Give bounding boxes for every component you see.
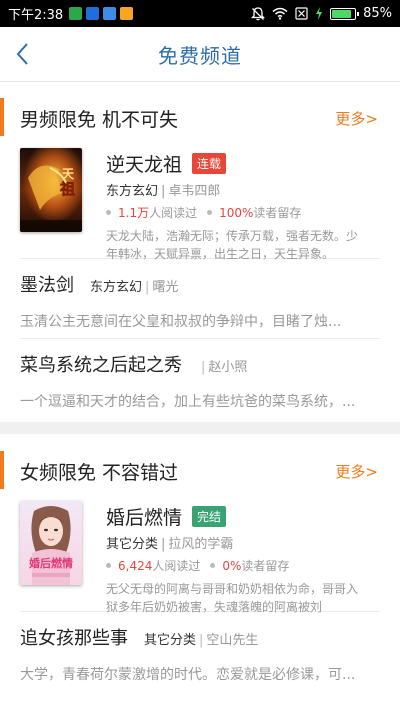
section-accent-bar [0,451,4,489]
book-category: 东方玄幻 [106,184,159,199]
book-title: 逆天龙祖 [106,153,183,176]
section-title: 女频限免 不容错过 [20,461,179,484]
battery-level-fill [332,9,351,18]
book-description: 天龙大陆，浩瀚无际；传承万载，强者无数。少年韩冰，天赋异禀，出生之日，天生异象。 [106,229,359,261]
more-link[interactable]: 更多> [335,108,378,129]
retention-suffix: 读者留存 [241,559,290,573]
item-title: 追女孩那些事 [20,628,128,649]
retention-rate: 0% [222,558,242,573]
charging-icon [315,7,323,20]
app-notification-icon-4 [120,7,134,20]
list-item[interactable]: 追女孩那些事 其它分类 | 空山先生 大学，青春荷尔蒙激增的时代。恋爱就是必修课，可… [20,611,380,691]
book-cover[interactable]: 婚后燃情 [20,501,82,585]
status-bar: 下午2:38 85% [0,0,400,27]
item-description: 大学，青春荷尔蒙激增的时代。恋爱就是必修课，可... [20,667,356,683]
book-stats: 1.1万 人阅读过 100% 读者留存 [106,204,380,221]
section-header: 女频限免 不容错过 更多> [0,449,400,493]
read-suffix: 人阅读过 [149,206,198,220]
page-title: 免费频道 [158,43,242,68]
retention-suffix: 读者留存 [253,206,302,220]
status-time: 下午2:38 [8,8,64,23]
read-count: 6,424 [118,558,153,573]
item-description: 一个逗逼和天才的结合，加上有些坑爸的菜鸟系统，... [20,394,356,410]
read-count: 1.1万 [118,206,150,220]
book-cover[interactable]: 祖 天 [20,148,82,232]
book-info: 婚后燃情 完结 其它分类 | 拉风的学霸 6,424 人阅读过 0% 读者留存 无父无母… [106,501,380,614]
app-notification-icon-3 [103,7,117,20]
retention-rate: 100% [219,205,254,220]
status-badge: 完结 [192,505,227,527]
svg-text:天: 天 [62,167,75,181]
section-accent-bar [0,98,4,136]
item-title: 菜鸟系统之后起之秀 [20,355,182,376]
nav-bar: 免费频道 [0,27,400,82]
male-free-section: 男频限免 机不可失 更多> 祖 天 逆天龙祖 连载 东方玄幻 | 卓韦四郎 1.… [0,96,400,418]
app-notification-icon-2 [86,7,100,20]
book-author: 拉风的学霸 [168,537,234,552]
item-category: 东方玄幻 [90,280,143,295]
section-divider [0,422,400,434]
back-icon[interactable] [12,41,36,67]
list-item[interactable]: 墨法剑 东方玄幻 | 曙光 玉清公主无意间在父皇和叔叔的争辩中，目睹了烛... [20,258,380,338]
featured-book[interactable]: 婚后燃情 婚后燃情 完结 其它分类 | 拉风的学霸 6,424 人阅读过 0% 读者留存… [0,493,400,614]
mute-icon [251,6,266,21]
svg-text:祖: 祖 [59,180,75,198]
read-suffix: 人阅读过 [152,559,201,573]
list-item[interactable]: 菜鸟系统之后起之秀 | 赵小照 一个逗逼和天才的结合，加上有些坑爸的菜鸟系统，..… [20,338,380,418]
book-meta: 其它分类 | 拉风的学霸 [106,537,234,552]
section-header: 男频限免 机不可失 更多> [0,96,400,140]
svg-text:婚后燃情: 婚后燃情 [29,556,73,570]
item-author: 赵小照 [208,360,248,375]
book-category: 其它分类 [106,537,159,552]
section-title: 男频限免 机不可失 [20,108,179,131]
book-title: 婚后燃情 [106,506,183,529]
battery-icon [330,7,360,20]
female-free-section: 女频限免 不容错过 更多> 婚后燃情 婚后燃情 完结 其它分类 | 拉风的学霸 … [0,449,400,691]
app-notification-icon-1 [69,7,83,20]
book-description: 无父无母的阿离与哥哥和奶奶相依为命，哥哥入狱多年后奶奶被害，失魂落魄的阿离被刘 [106,582,359,614]
item-category: 其它分类 [144,633,197,648]
more-link[interactable]: 更多> [335,461,378,482]
item-author: 曙光 [152,280,179,295]
wifi-icon [272,7,288,20]
status-badge: 连载 [192,152,227,174]
book-stats: 6,424 人阅读过 0% 读者留存 [106,557,380,574]
item-description: 玉清公主无意间在父皇和叔叔的争辩中，目睹了烛... [20,314,342,330]
battery-percent: 85% [363,6,392,21]
book-info: 逆天龙祖 连载 东方玄幻 | 卓韦四郎 1.1万 人阅读过 100% 读者留存 天龙大陆… [106,148,380,261]
book-author: 卓韦四郎 [168,184,221,199]
no-sim-icon [295,7,308,20]
book-meta: 东方玄幻 | 卓韦四郎 [106,184,221,199]
item-author: 空山先生 [206,633,259,648]
item-title: 墨法剑 [20,275,74,296]
featured-book[interactable]: 祖 天 逆天龙祖 连载 东方玄幻 | 卓韦四郎 1.1万 人阅读过 100% 读者留存 … [0,140,400,261]
